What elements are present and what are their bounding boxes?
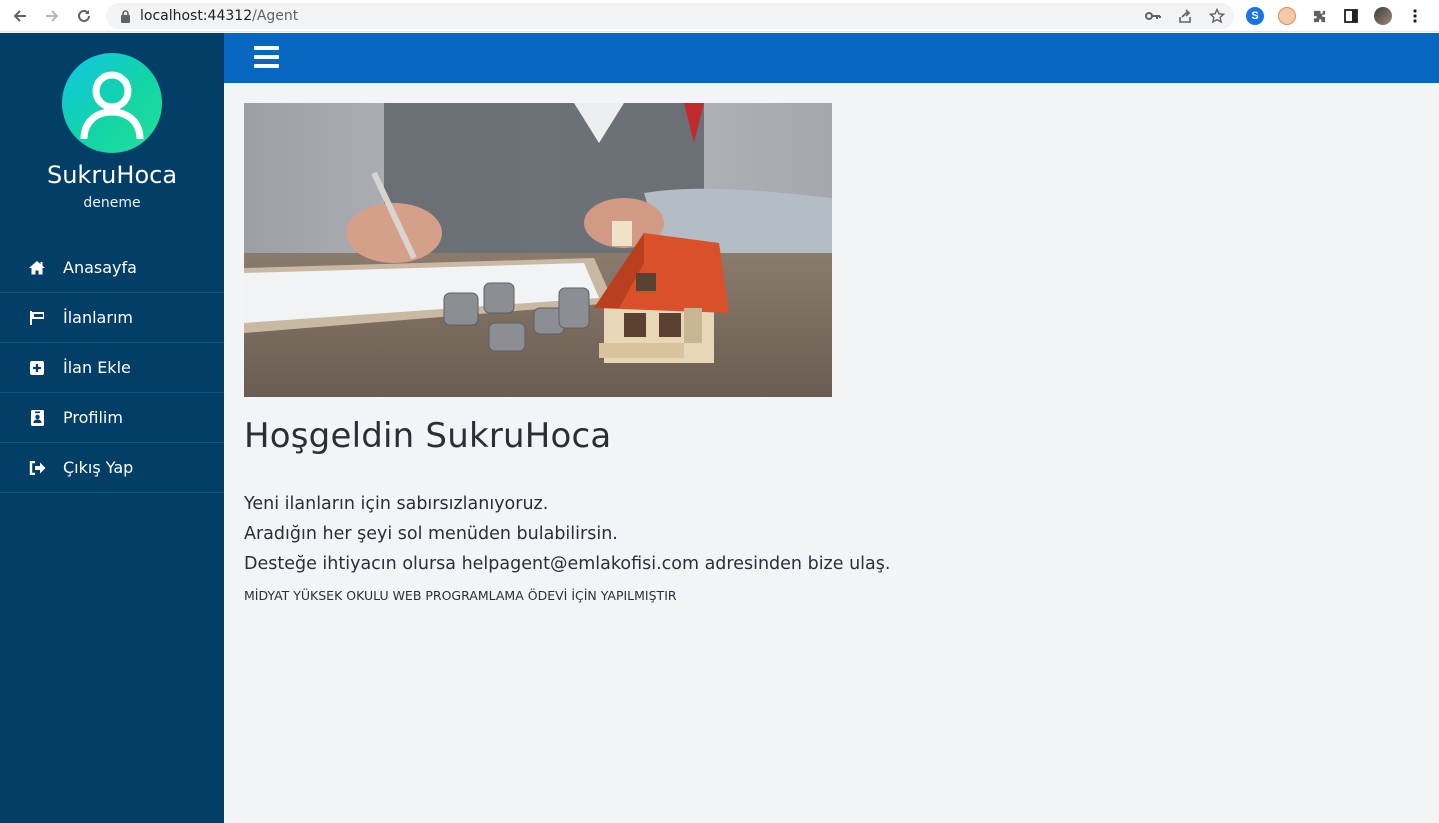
welcome-line-1: Yeni ilanların için sabırsızlanıyoruz. [244,494,549,514]
house-coins-illustration [244,103,832,397]
user-role: deneme [83,195,141,211]
arrow-right-icon [46,9,59,22]
user-icon [80,71,144,140]
key-icon[interactable] [1144,7,1162,25]
address-bar[interactable]: localhost:44312/Agent [106,3,1234,29]
arrow-left-icon [13,9,26,22]
sidebar-menu: Anasayfa İlanlarım İlan Ekle Profilim Çı… [0,243,224,493]
share-icon[interactable] [1176,7,1194,25]
kebab-menu-icon[interactable] [1406,7,1424,25]
id-badge-icon [28,409,46,427]
hero-image [244,103,832,397]
lock-icon [118,9,132,23]
welcome-title: Hoşgeldin SukruHoca [244,416,612,456]
side-panel-icon[interactable] [1342,7,1360,25]
url-path: /Agent [252,8,299,24]
reload-button[interactable] [68,2,100,30]
url-text: localhost:44312/Agent [140,8,298,24]
sidebar-item-label: Çıkış Yap [63,458,134,477]
face-extension-icon[interactable] [1278,7,1296,25]
footer-note: MİDYAT YÜKSEK OKULU WEB PROGRAMLAMA ÖDEV… [244,588,677,603]
star-icon[interactable] [1208,7,1226,25]
hamburger-line [254,46,279,50]
top-header [224,33,1439,83]
sidebar-item-ilan-ekle[interactable]: İlan Ekle [0,343,224,393]
browser-toolbar: localhost:44312/Agent S [0,0,1439,32]
hamburger-line [254,55,279,59]
puzzle-icon[interactable] [1310,7,1328,25]
hamburger-line [254,64,279,68]
url-host: localhost:44312 [140,8,253,24]
sign-out-icon [28,459,46,477]
sidebar-item-label: İlan Ekle [63,358,131,377]
plus-square-icon [28,359,46,377]
sidebar-item-cikis-yap[interactable]: Çıkış Yap [0,443,224,493]
sidebar-item-label: Profilim [63,408,123,427]
welcome-line-2: Aradığın her şeyi sol menüden bulabilirs… [244,524,618,544]
sidebar-item-profilim[interactable]: Profilim [0,393,224,443]
hamburger-menu-button[interactable] [254,46,279,70]
sidebar-item-ilanlarim[interactable]: İlanlarım [0,293,224,343]
user-name: SukruHoca [46,161,178,189]
reload-icon [78,9,90,22]
forward-button[interactable] [36,2,68,30]
flag-icon [28,309,46,327]
shazam-extension-icon[interactable]: S [1246,7,1264,25]
home-icon [28,259,46,277]
profile-avatar-icon[interactable] [1374,7,1392,25]
back-button[interactable] [4,2,36,30]
support-line: Desteğe ihtiyacın olursa helpagent@emlak… [244,554,891,574]
user-avatar [62,53,162,153]
sidebar-item-label: İlanlarım [63,308,133,327]
sidebar-item-anasayfa[interactable]: Anasayfa [0,243,224,293]
sidebar-item-label: Anasayfa [63,258,137,277]
sidebar: SukruHoca deneme Anasayfa İlanlarım İlan… [0,33,224,823]
